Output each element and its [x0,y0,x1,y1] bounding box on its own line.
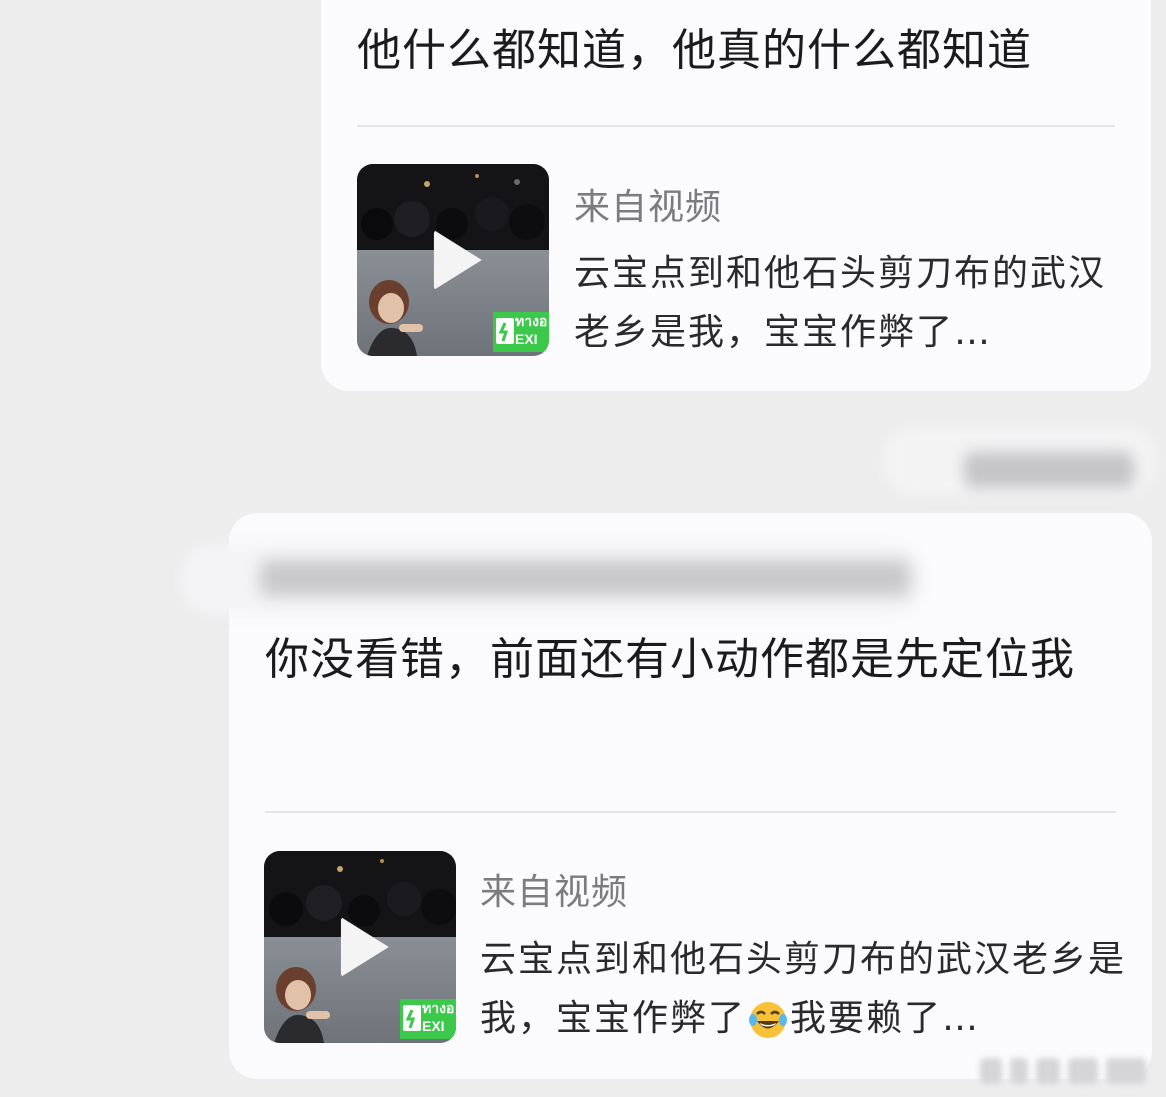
blurred-watermark [960,1058,1160,1084]
person-avatar [367,280,423,356]
divider [357,125,1115,127]
exit-sign: ทางอ EXI [400,999,456,1039]
video-thumbnail[interactable]: ทางอ EXI [264,851,456,1043]
divider [265,811,1116,813]
face-with-tears-of-joy-icon [749,1002,788,1038]
video-source-label: 来自视频 [480,872,629,913]
video-caption[interactable]: 云宝点到和他石头剪刀布的武汉老乡是我，宝宝作弊了 我要赖了… [480,930,1130,1048]
video-thumbnail[interactable]: ทางอ EXI [357,164,549,356]
comment-text: 你没看错，前面还有小动作都是先定位我 [265,634,1075,685]
comment-card-1[interactable]: 他什么都知道，他真的什么都知道 ทางอ EXI 来自视频 云宝点到和他石头剪刀… [321,0,1151,391]
exit-running-icon [496,318,514,344]
play-icon[interactable] [340,917,389,977]
blurred-reply-header [260,560,910,596]
caption-text-end: 我要赖了… [790,998,981,1039]
exit-sign: ทางอ EXI [493,312,549,352]
play-icon[interactable] [433,230,482,290]
blurred-timestamp [964,452,1134,488]
person-avatar [274,967,330,1043]
video-caption[interactable]: 云宝点到和他石头剪刀布的武汉老乡是我，宝宝作弊了… [574,244,1130,362]
comment-text: 他什么都知道，他真的什么都知道 [357,25,1032,76]
video-source-label: 来自视频 [574,187,723,228]
exit-running-icon [403,1005,421,1031]
